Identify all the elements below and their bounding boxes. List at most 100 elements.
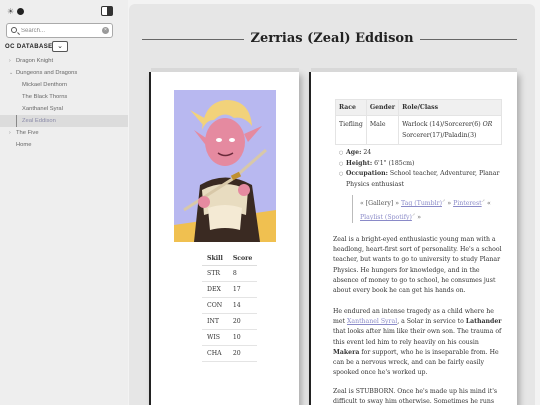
column-header: Skill [202,252,228,266]
chevron-right-icon: › [9,58,11,64]
table-row: STR 8 [202,265,258,282]
detail-value: 6'1" (185cm) [374,159,415,167]
detail-label: Height: [346,159,373,167]
page-title: Zerrias (Zeal) Eddison [244,31,420,46]
sidebar-item-label: Home [16,142,32,148]
sidebar-item-label: Dungeons and Dragons [16,70,78,76]
race-value: Tiefling [335,115,367,145]
database-title: OC DATABASE [5,44,53,50]
moon-icon[interactable] [17,8,24,15]
sidebar: ☀ × OC DATABASE ⌄ › Dragon Knight ⌄ Dung… [0,0,128,405]
class-text-alt: Sorcerer(17)/Paladin(3) [402,132,477,139]
detail-label: Occupation: [346,170,388,177]
skill-name: DEX [202,281,228,298]
table-row: DEX 17 [202,281,258,298]
sidebar-item-label: The Black Thorns [22,94,68,100]
character-portrait[interactable] [174,90,276,242]
skill-score: 10 [227,329,258,346]
bio-bold: Lathander [465,318,502,326]
column-header: Race [335,99,367,116]
table-row: WIS 10 [202,329,258,346]
portrait-card: Skill Score STR 8 DEX 17 CON 14 INT 20 WIS 10… [149,68,299,405]
table-header-row: Skill Score [202,252,258,266]
column-header: Role/Class [398,99,503,116]
table-row: CHA 20 [202,345,258,362]
column-header: Score [227,252,258,266]
external-link-icon: ↗ [411,212,416,218]
list-item: Occupation: School teacher, Adventurer, … [339,169,511,190]
detail-value: 24 [363,149,372,156]
detail-label: Age: [346,149,362,156]
list-item: Age: 24 [339,148,511,159]
xanthanel-link[interactable]: Xanthanel Syral [347,318,397,325]
list-item: Height: 6'1" (185cm) [339,159,511,170]
external-link-icon: ↗ [441,198,446,203]
class-or: OR [482,121,493,128]
card-top-bar [311,68,517,72]
portrait-illustration [174,90,276,242]
sidebar-item-the-black-thorns[interactable]: The Black Thorns [0,91,128,103]
details-card: Race Gender Role/Class Tiefling Male War… [309,68,517,405]
class-text: Warlock (14)/Sorcerer(6) [402,121,483,128]
search-input[interactable] [21,25,101,36]
page-title-wrap: Zerrias (Zeal) Eddison [129,31,535,46]
table-row: CON 14 [202,297,258,314]
details-list: Age: 24 Height: 6'1" (185cm) Occupation:… [339,148,511,190]
external-link-icon: ↗ [481,198,485,203]
class-value: Warlock (14)/Sorcerer(6) OR Sorcerer(17)… [398,115,503,145]
skill-score: 17 [227,281,258,298]
sidebar-item-dragon-knight[interactable]: › Dragon Knight [0,55,128,67]
skill-name: STR [202,265,228,282]
sidebar-toolbar: ☀ [7,6,113,18]
skill-name: WIS [202,329,228,346]
bio-paragraph-2: He endured an intense tragedy as a child… [333,307,507,378]
pinterest-link[interactable]: Pinterest [453,200,482,207]
skill-score: 20 [227,313,258,330]
sidebar-item-label: Xanthanel Syral [22,106,63,112]
search-icon [11,27,17,33]
separator: « [486,200,491,208]
sidebar-item-dungeons-and-dragons[interactable]: ⌄ Dungeons and Dragons [0,67,128,79]
sidebar-item-xanthanel-syral[interactable]: Xanthanel Syral [0,103,128,115]
skill-score: 20 [227,345,258,362]
sidebar-toggle-icon[interactable] [101,6,113,16]
sidebar-item-zeal-eddison[interactable]: Zeal Eddison [0,115,128,127]
card-top-bar [151,68,299,72]
sidebar-item-mickael-denthorn[interactable]: Mickael Denthorn [0,79,128,91]
search-box: × [6,23,113,38]
gender-value: Male [365,115,400,145]
tumblr-link[interactable]: Tag (Tumblr) [401,200,442,207]
table-header-row: Race Gender Role/Class [335,99,503,116]
gallery-label: « [Gallery] » [360,200,400,208]
stats-table: Skill Score STR 8 DEX 17 CON 14 INT 20 WIS 10… [202,252,258,362]
separator: » [447,200,452,208]
sun-icon[interactable]: ☀ [7,8,14,16]
skill-name: CON [202,297,228,314]
skill-name: CHA [202,345,228,362]
info-table: Race Gender Role/Class Tiefling Male War… [335,99,503,145]
bio-text: that looks after him like their own son.… [333,328,502,346]
sidebar-item-the-five[interactable]: › The Five [0,127,128,139]
skill-name: INT [202,313,228,330]
sidebar-item-label: Zeal Eddison [22,118,56,124]
bio-paragraph-1: Zeal is a bright-eyed enthusiastic young… [333,236,502,295]
skill-score: 8 [227,265,258,282]
bio-paragraph-3: Zeal is STUBBORN. Once he's made up his … [333,388,498,405]
table-row: INT 20 [202,313,258,330]
column-header: Gender [365,99,400,116]
sidebar-nav: › Dragon Knight ⌄ Dungeons and Dragons M… [0,55,128,151]
separator: » [417,214,422,222]
links-box: « [Gallery] » Tag (Tumblr)↗ » Pinterest↗… [352,195,504,224]
bio-text: , a Solar in service to [397,318,466,326]
chevron-down-icon: ⌄ [9,70,14,76]
chevron-right-icon: › [9,130,11,136]
sidebar-item-label: The Five [16,130,39,136]
sidebar-item-label: Mickael Denthorn [22,82,68,88]
spotify-link[interactable]: Playlist (Spotify) [360,214,412,221]
skill-score: 14 [227,297,258,314]
main-content: Zerrias (Zeal) Eddison Skill Score STR 8… [129,4,535,405]
clear-icon[interactable]: × [102,27,109,34]
collapse-all-button[interactable]: ⌄ [52,41,68,52]
sidebar-item-label: Dragon Knight [16,58,54,64]
sidebar-item-home[interactable]: Home [0,139,128,151]
